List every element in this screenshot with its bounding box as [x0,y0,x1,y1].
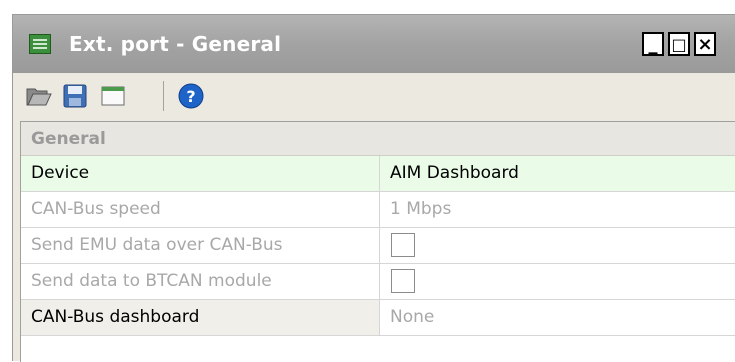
toolbar-separator [163,81,164,111]
property-row-can-bus-speed: CAN-Bus speed 1 Mbps [21,192,735,228]
property-label: CAN-Bus speed [21,192,380,227]
help-icon[interactable]: ? [177,83,205,109]
title-bar[interactable]: Ext. port - General _ □ × [13,15,735,73]
ext-port-window: Ext. port - General _ □ × ? General Devi… [12,14,735,362]
send-btcan-checkbox[interactable] [391,269,415,293]
can-bus-speed-value: 1 Mbps [390,199,452,219]
send-emu-data-checkbox[interactable] [391,233,415,257]
property-label: Send EMU data over CAN-Bus [21,228,380,263]
section-title: General [31,129,106,149]
window-title: Ext. port - General [69,32,282,56]
window-icon[interactable] [99,83,127,109]
property-row-can-bus-dashboard[interactable]: CAN-Bus dashboard None [21,300,735,336]
open-folder-icon[interactable] [25,83,53,109]
svg-text:?: ? [186,87,195,106]
property-label: Send data to BTCAN module [21,264,380,299]
property-row-device[interactable]: Device AIM Dashboard [21,156,735,192]
property-grid: General Device AIM Dashboard CAN-Bus spe… [20,121,735,362]
device-value[interactable]: AIM Dashboard [381,156,735,191]
property-row-send-emu-data: Send EMU data over CAN-Bus [21,228,735,264]
property-row-send-btcan: Send data to BTCAN module [21,264,735,300]
send-btcan-cell [381,264,735,299]
close-button[interactable]: × [694,32,716,56]
section-header-general: General [21,122,735,156]
maximize-button[interactable]: □ [668,32,690,56]
app-table-icon [29,34,51,54]
can-bus-dashboard-value[interactable]: None [381,300,735,335]
minimize-button[interactable]: _ [642,32,664,56]
send-emu-data-cell [381,228,735,263]
save-icon[interactable] [61,83,89,109]
property-label: CAN-Bus dashboard [21,300,380,335]
toolbar: ? [13,73,735,119]
property-label: Device [21,156,380,191]
